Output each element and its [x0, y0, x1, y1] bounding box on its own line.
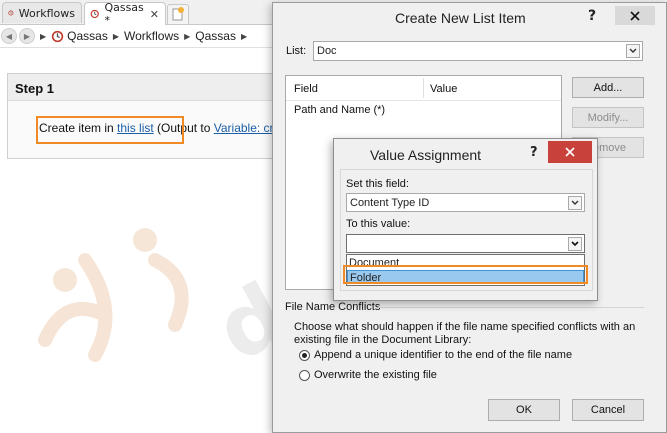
site-icon [51, 30, 64, 42]
list-label: List: [286, 45, 307, 57]
add-button[interactable]: Add... [572, 77, 644, 98]
ok-button[interactable]: OK [488, 399, 560, 421]
breadcrumb-item[interactable]: Qassas [67, 29, 108, 43]
conflicts-group-title: File Name Conflicts [285, 301, 381, 313]
breadcrumb-separator-icon: ▶ [112, 31, 119, 41]
breadcrumb-separator-icon: ▶ [240, 31, 248, 41]
table-row[interactable]: Path and Name (*) [294, 104, 385, 116]
overwrite-label[interactable]: Overwrite the existing file [314, 369, 437, 381]
close-icon [565, 147, 575, 157]
help-icon[interactable]: ? [588, 8, 596, 24]
tab-label: Workflows [18, 6, 75, 20]
workflow-icon [90, 9, 99, 19]
list-select-value: Doc [317, 45, 337, 57]
overwrite-radio[interactable] [299, 370, 310, 381]
new-tab-button[interactable] [167, 4, 189, 24]
cancel-button[interactable]: Cancel [572, 399, 644, 421]
breadcrumb-separator-icon: ▶ [40, 31, 47, 41]
folder-option-highlight [343, 265, 588, 284]
chevron-down-icon[interactable] [626, 44, 640, 58]
column-header-field[interactable]: Field [294, 83, 318, 95]
chevron-down-icon[interactable] [568, 236, 582, 251]
field-select-value: Content Type ID [350, 196, 430, 209]
forward-icon[interactable]: ▶ [19, 28, 35, 44]
modify-button[interactable]: Modify... [572, 107, 644, 128]
close-tab-icon[interactable]: ✕ [150, 8, 159, 21]
to-value-label: To this value: [346, 218, 411, 230]
close-icon [630, 10, 640, 21]
breadcrumb-item[interactable]: Workflows [124, 29, 179, 43]
step-title: Step 1 [15, 81, 55, 96]
conflicts-description: existing file in the Document Library: [294, 334, 472, 346]
breadcrumb-separator-icon: ▶ [184, 31, 191, 41]
help-icon[interactable]: ? [530, 145, 538, 160]
conflicts-description: Choose what should happen if the file na… [294, 321, 636, 333]
close-button[interactable] [615, 6, 655, 25]
back-icon[interactable]: ◀ [1, 28, 17, 44]
output-variable-link[interactable]: Variable: cr [214, 121, 274, 135]
tab-workflows[interactable]: Workflows [2, 2, 82, 23]
value-select[interactable] [346, 234, 585, 253]
dialog-title: Create New List Item [395, 10, 526, 26]
group-divider [378, 307, 644, 308]
set-field-label: Set this field: [346, 178, 409, 190]
workflow-icon [8, 10, 14, 16]
field-select[interactable]: Content Type ID [346, 193, 585, 212]
close-button[interactable] [548, 141, 592, 163]
action-highlight [36, 116, 184, 144]
append-identifier-radio[interactable] [299, 350, 310, 361]
append-identifier-label[interactable]: Append a unique identifier to the end of… [314, 349, 572, 361]
tab-label: Qassas * [104, 1, 144, 27]
new-page-icon [172, 7, 184, 21]
column-header-value[interactable]: Value [430, 83, 457, 95]
dialog-title: Value Assignment [370, 147, 482, 163]
list-select[interactable]: Doc [313, 41, 643, 61]
chevron-down-icon[interactable] [568, 195, 582, 210]
tab-qassas[interactable]: Qassas * ✕ [84, 1, 166, 27]
breadcrumb-item[interactable]: Qassas [195, 29, 236, 43]
column-divider[interactable] [423, 78, 424, 98]
